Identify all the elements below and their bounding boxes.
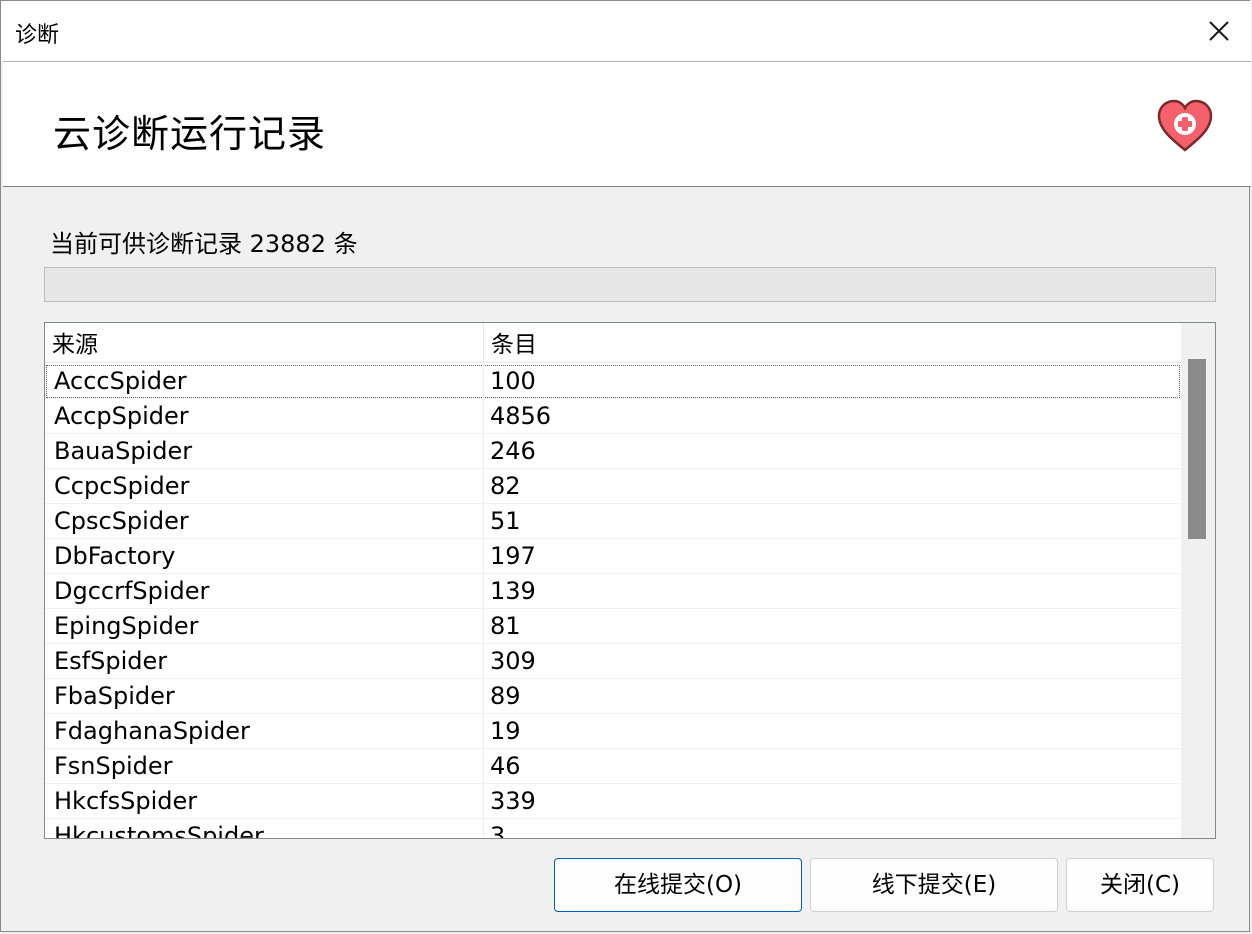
row-count: 51	[490, 507, 521, 535]
column-divider	[483, 784, 484, 819]
table-row[interactable]: DgccrfSpider 139	[45, 574, 1181, 609]
column-divider	[483, 819, 484, 838]
column-divider	[483, 749, 484, 784]
column-divider	[483, 644, 484, 679]
column-divider	[483, 714, 484, 749]
close-icon	[1209, 21, 1229, 41]
row-count: 89	[490, 682, 521, 710]
row-count: 100	[490, 367, 536, 395]
row-source: AcccSpider	[54, 367, 187, 395]
table-row[interactable]: FbaSpider 89	[45, 679, 1181, 714]
row-count: 246	[490, 437, 536, 465]
table-row[interactable]: DbFactory 197	[45, 539, 1181, 574]
table-row[interactable]: FsnSpider 46	[45, 749, 1181, 784]
row-count: 3	[490, 822, 506, 839]
list-rows: AcccSpider 100 AccpSpider 4856 BauaSpider 246…	[45, 364, 1181, 839]
table-row[interactable]: AcccSpider 100	[45, 364, 1181, 399]
title-bar: 诊断	[1, 1, 1251, 61]
column-divider	[483, 434, 484, 469]
row-count: 82	[490, 472, 521, 500]
column-divider	[483, 504, 484, 539]
row-count: 46	[490, 752, 521, 780]
offline-submit-button[interactable]: 线下提交(E)	[810, 858, 1058, 912]
scrollbar-thumb[interactable]	[1188, 359, 1206, 539]
row-source: FbaSpider	[54, 682, 175, 710]
column-divider	[483, 364, 484, 399]
row-source: DgccrfSpider	[54, 577, 210, 605]
table-row[interactable]: HkcfsSpider 339	[45, 784, 1181, 819]
table-row[interactable]: AccpSpider 4856	[45, 399, 1181, 434]
row-source: AccpSpider	[54, 402, 189, 430]
row-count: 339	[490, 787, 536, 815]
row-source: CcpcSpider	[54, 472, 190, 500]
row-source: HkcustomsSpider	[54, 822, 264, 839]
row-count: 309	[490, 647, 536, 675]
header-banner: 云诊断运行记录	[3, 61, 1251, 187]
close-window-button[interactable]	[1187, 1, 1251, 61]
column-divider	[483, 539, 484, 574]
column-divider	[483, 679, 484, 714]
row-source: CpscSpider	[54, 507, 189, 535]
column-divider	[483, 399, 484, 434]
column-header-count[interactable]: 条目	[484, 323, 1181, 363]
column-divider	[483, 469, 484, 504]
table-row[interactable]: EpingSpider 81	[45, 609, 1181, 644]
column-divider	[483, 574, 484, 609]
table-row[interactable]: HkcustomsSpider 3	[45, 819, 1181, 839]
heart-medical-icon	[1157, 99, 1213, 152]
table-row[interactable]: CpscSpider 51	[45, 504, 1181, 539]
column-divider	[483, 609, 484, 644]
row-source: FdaghanaSpider	[54, 717, 250, 745]
row-source: EsfSpider	[54, 647, 168, 675]
list-header: 来源 条目	[45, 323, 1181, 363]
progress-bar	[44, 267, 1216, 302]
row-count: 81	[490, 612, 521, 640]
page-title: 云诊断运行记录	[53, 112, 327, 156]
record-count-label: 当前可供诊断记录 23882 条	[50, 230, 358, 258]
vertical-scrollbar[interactable]	[1181, 323, 1215, 838]
diagnostic-dialog: 诊断 云诊断运行记录 当前可供诊断记录 23882 条 来源 条目 AcccSp…	[0, 0, 1251, 932]
table-row[interactable]: CcpcSpider 82	[45, 469, 1181, 504]
row-source: BauaSpider	[54, 437, 193, 465]
records-list-view[interactable]: 来源 条目 AcccSpider 100 AccpSpider 4856 BauaSpi…	[44, 322, 1216, 839]
row-count: 19	[490, 717, 521, 745]
column-header-source[interactable]: 来源	[45, 323, 484, 363]
row-source: HkcfsSpider	[54, 787, 198, 815]
online-submit-button[interactable]: 在线提交(O)	[554, 858, 802, 912]
row-count: 197	[490, 542, 536, 570]
row-count: 139	[490, 577, 536, 605]
table-row[interactable]: BauaSpider 246	[45, 434, 1181, 469]
table-row[interactable]: EsfSpider 309	[45, 644, 1181, 679]
table-row[interactable]: FdaghanaSpider 19	[45, 714, 1181, 749]
row-source: EpingSpider	[54, 612, 199, 640]
row-count: 4856	[490, 402, 552, 430]
close-button[interactable]: 关闭(C)	[1066, 858, 1214, 912]
window-title: 诊断	[15, 23, 60, 48]
row-source: DbFactory	[54, 542, 176, 570]
row-source: FsnSpider	[54, 752, 173, 780]
